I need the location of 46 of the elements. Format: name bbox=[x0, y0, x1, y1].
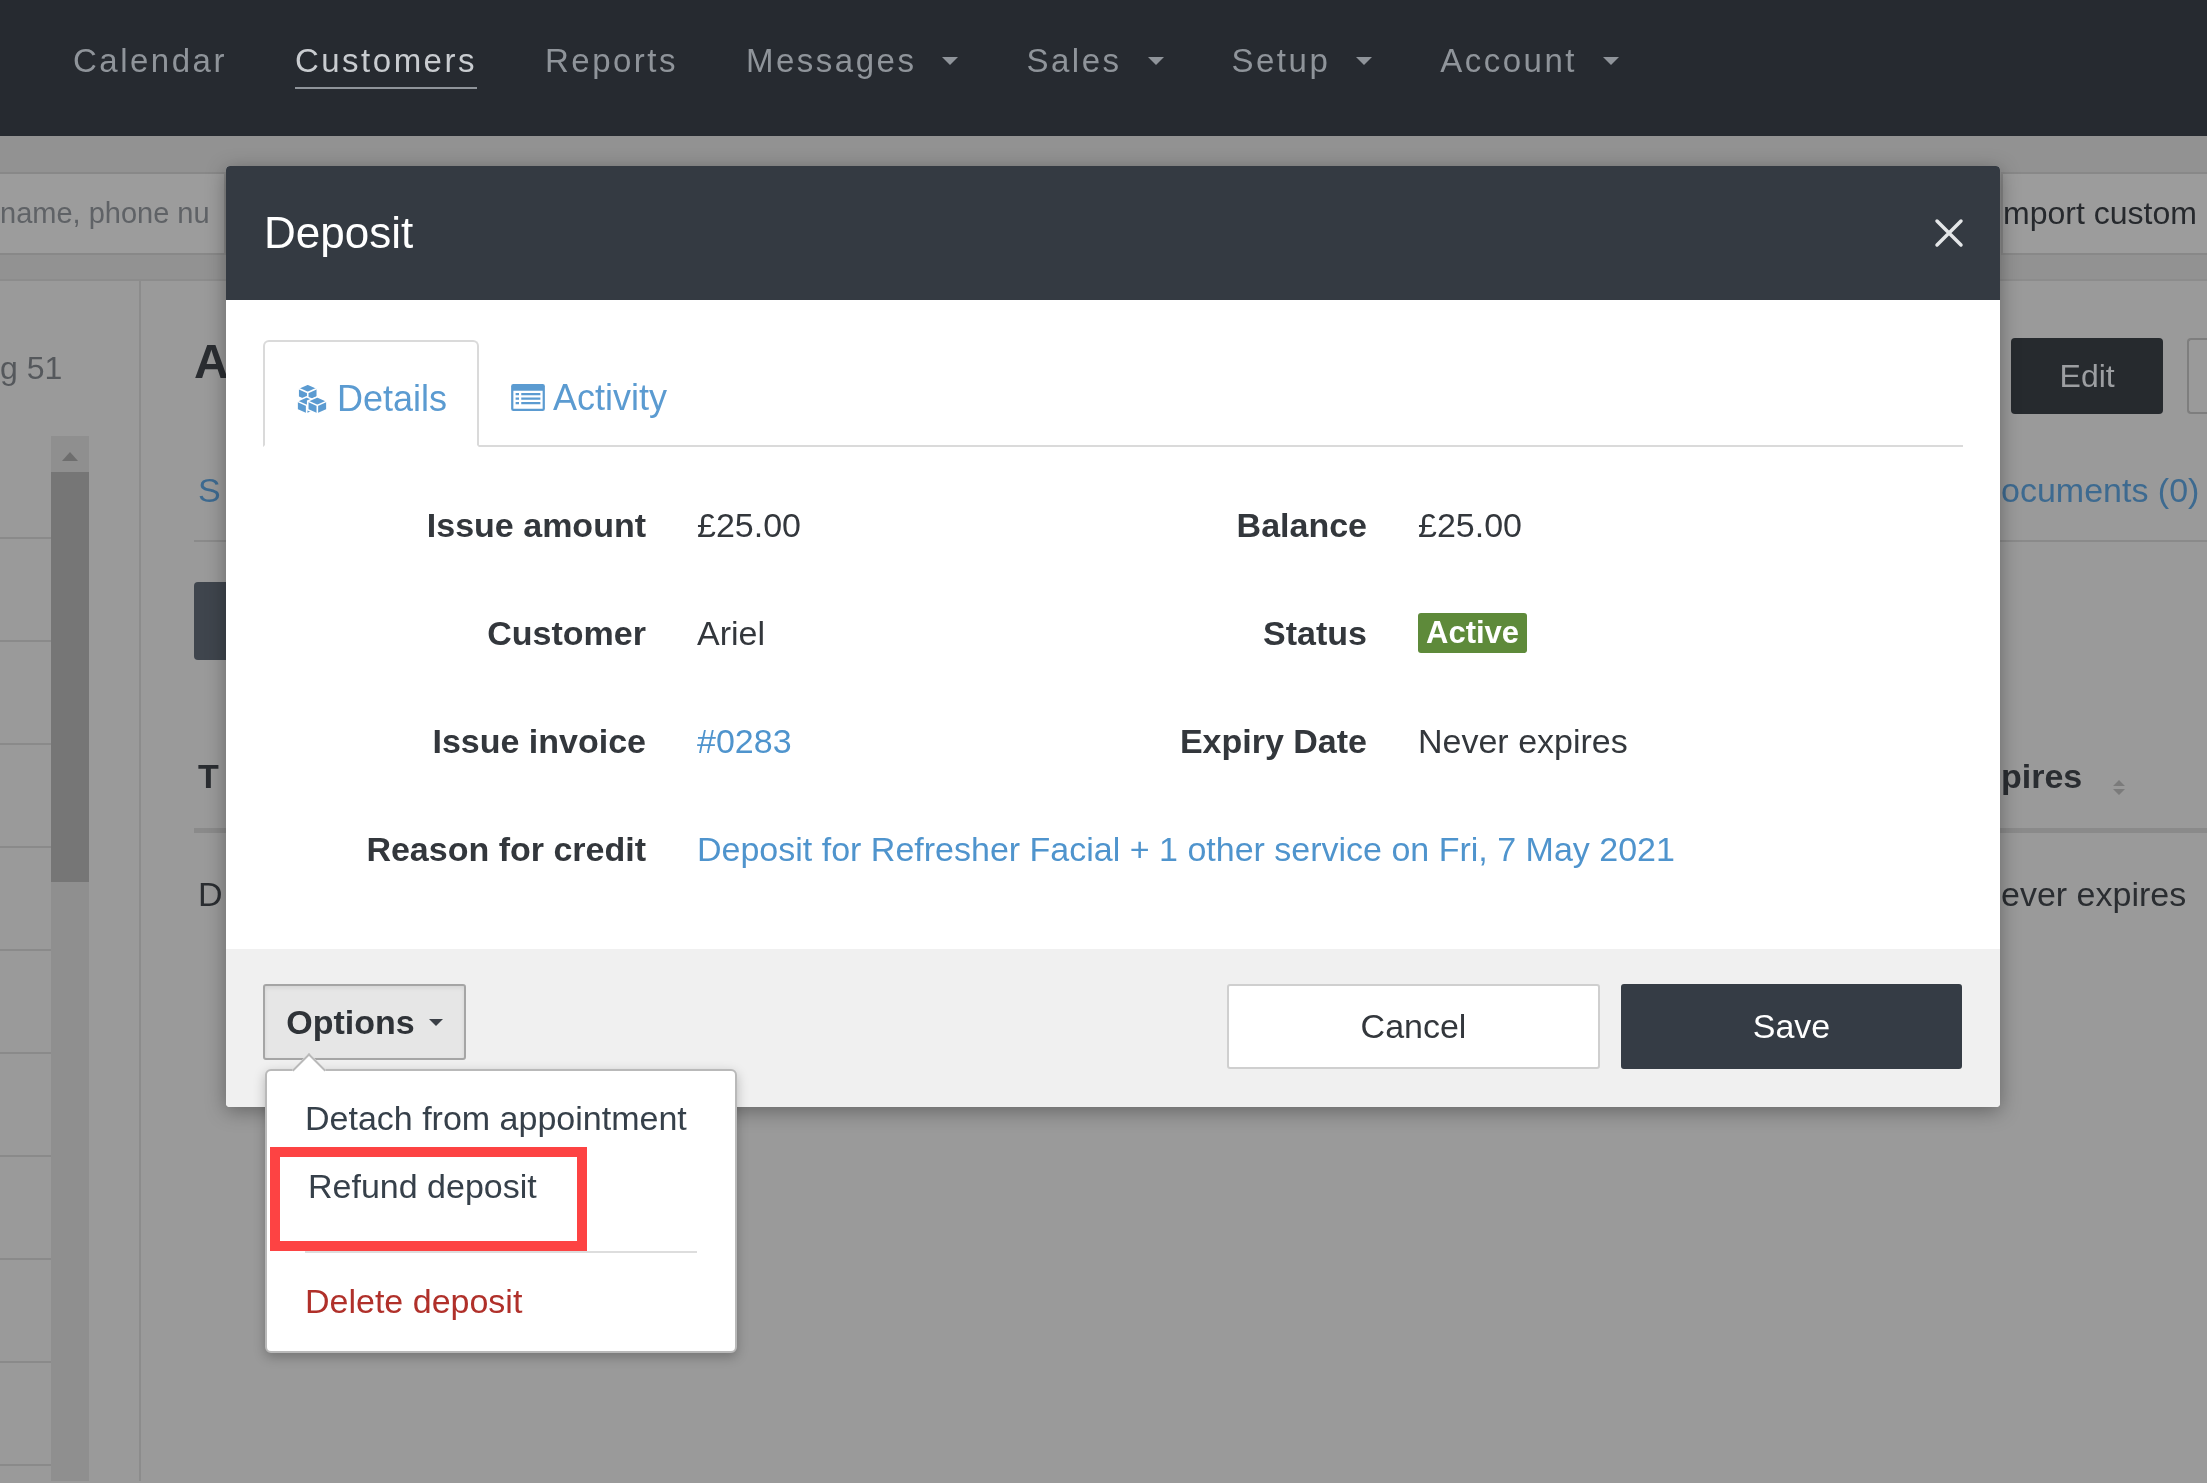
field-label: Issue invoice bbox=[431, 720, 646, 762]
field-label: Balance bbox=[1235, 504, 1367, 546]
cubes-icon bbox=[295, 382, 329, 415]
edit-button[interactable]: Edit bbox=[2011, 338, 2164, 414]
field-label: Reason for credit bbox=[365, 828, 646, 870]
nav-link[interactable]: Messages bbox=[746, 31, 959, 89]
status-badge: Active bbox=[1418, 613, 1528, 653]
nav-link[interactable]: Calendar bbox=[73, 31, 227, 89]
nav-link[interactable]: Customers bbox=[294, 31, 477, 89]
table-cell: ever expires bbox=[2001, 875, 2187, 914]
field-label: Status bbox=[1262, 612, 1367, 654]
caret-icon bbox=[428, 1018, 443, 1026]
field-label: Expiry Date bbox=[1178, 720, 1367, 762]
menu-item[interactable]: Refund deposit bbox=[270, 1147, 587, 1251]
save-button[interactable]: Save bbox=[1621, 984, 1962, 1069]
nav-link[interactable]: Setup bbox=[1231, 31, 1373, 89]
column-header: pires bbox=[2001, 757, 2083, 796]
field-label: Customer bbox=[486, 612, 646, 654]
scroll-up-icon[interactable] bbox=[60, 450, 80, 462]
button[interactable] bbox=[194, 582, 226, 660]
field-label: Issue amount bbox=[425, 504, 646, 546]
field-value: £25.00 bbox=[1418, 504, 1523, 546]
scrollbar[interactable] bbox=[51, 436, 89, 1481]
close-icon[interactable] bbox=[1934, 218, 1964, 248]
field-value: Never expires bbox=[1418, 720, 1629, 762]
button[interactable] bbox=[2187, 338, 2207, 414]
field-value: Ariel bbox=[697, 612, 767, 654]
page-heading: A bbox=[194, 333, 229, 389]
options-button[interactable]: Options bbox=[263, 984, 466, 1060]
link[interactable]: #0283 bbox=[697, 721, 792, 761]
menu-item[interactable]: Delete deposit bbox=[267, 1265, 735, 1337]
tab[interactable]: Details bbox=[263, 340, 480, 447]
column-header: T bbox=[198, 757, 219, 796]
cancel-button[interactable]: Cancel bbox=[1227, 984, 1600, 1069]
tab[interactable]: Activity bbox=[479, 340, 700, 445]
list-window-icon bbox=[511, 384, 546, 411]
table-cell: D bbox=[198, 875, 223, 914]
sort-icon bbox=[2112, 779, 2127, 796]
nav-link[interactable]: Reports bbox=[544, 31, 679, 89]
count-text: g 51 bbox=[0, 349, 64, 388]
link[interactable]: Deposit for Refresher Facial + 1 other service on Fri, 7 May 2021 bbox=[697, 829, 1675, 869]
nav-link[interactable]: Account bbox=[1440, 31, 1619, 89]
nav-link[interactable]: Sales bbox=[1026, 31, 1164, 89]
dialog-title: Deposit bbox=[264, 208, 414, 258]
field-value: £25.00 bbox=[697, 504, 802, 546]
import-button[interactable]: mport custom bbox=[2001, 172, 2207, 255]
